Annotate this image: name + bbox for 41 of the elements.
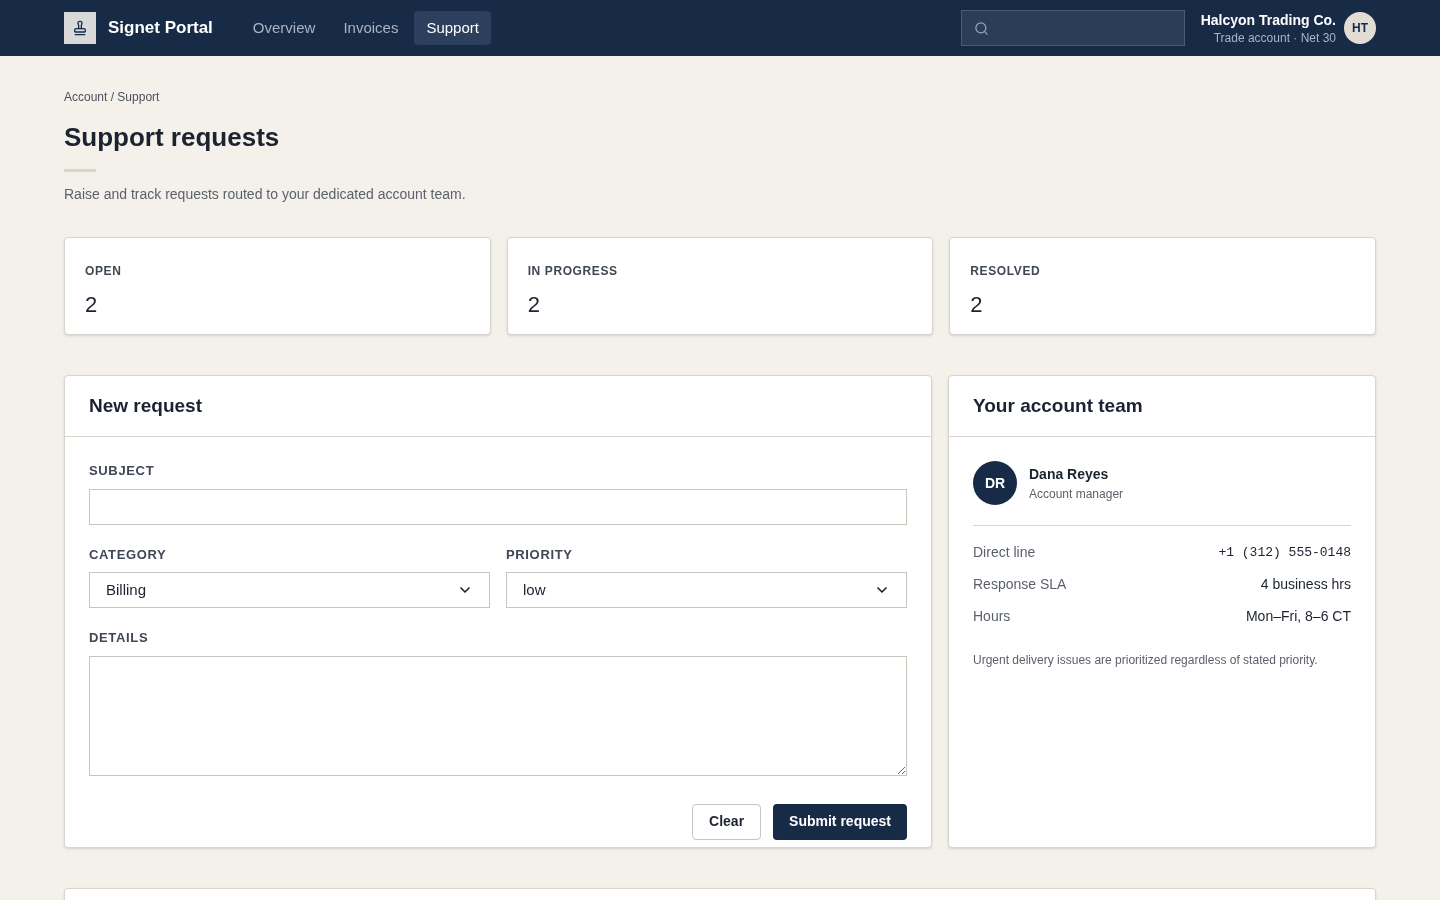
manager-name: Dana Reyes xyxy=(1029,464,1110,484)
card-title: Your account team xyxy=(973,393,1143,418)
field-label: DETAILS xyxy=(89,629,150,647)
field-label: CATEGORY xyxy=(89,545,168,564)
clear-button[interactable]: Clear xyxy=(692,803,762,840)
subject-field[interactable] xyxy=(89,488,907,525)
account-detail: Trade account · Net 30 xyxy=(1213,30,1336,46)
stat-label: OPEN xyxy=(85,263,123,280)
team-note: Urgent delivery issues are prioritized regardless of stated priority. xyxy=(973,652,1319,669)
stat-value: 2 xyxy=(970,291,984,319)
stat-value: 2 xyxy=(85,291,99,319)
nav-tab[interactable]: Support xyxy=(414,10,491,46)
page-title: Support requests xyxy=(64,121,281,154)
logo-icon xyxy=(64,12,96,44)
info-value: Mon–Fri, 8–6 CT xyxy=(1245,607,1351,626)
breadcrumb: Account / Support xyxy=(64,89,161,106)
submit-button[interactable]: Submit request xyxy=(773,803,907,840)
info-value: +1 (312) 555-0148 xyxy=(1218,543,1351,562)
stat-value: 2 xyxy=(527,291,541,319)
account-name: Halcyon Trading Co. xyxy=(1200,11,1336,30)
search-field[interactable] xyxy=(960,10,1185,46)
manager-avatar: DR xyxy=(973,461,1017,505)
card-title: New request xyxy=(89,393,202,418)
category-select[interactable]: Billing xyxy=(89,572,490,608)
info-label: Response SLA xyxy=(973,575,1067,594)
info-label: Hours xyxy=(973,607,1011,626)
stat-label: IN PROGRESS xyxy=(527,263,619,280)
brand-name: Signet Portal xyxy=(108,17,213,40)
manager-role: Account manager xyxy=(1029,485,1124,503)
info-label: Direct line xyxy=(973,543,1036,562)
field-label: SUBJECT xyxy=(89,462,156,480)
search-icon xyxy=(973,20,989,36)
nav-tab[interactable]: Overview xyxy=(240,10,328,46)
stat-label: RESOLVED xyxy=(970,263,1042,280)
page-subtitle: Raise and track requests routed to your dedicated account team. xyxy=(64,185,467,204)
nav-tab[interactable]: Invoices xyxy=(331,10,411,46)
priority-select[interactable]: low xyxy=(506,572,907,608)
field-label: PRIORITY xyxy=(506,545,574,564)
info-value: 4 business hrs xyxy=(1260,575,1351,594)
details-field[interactable] xyxy=(89,655,907,776)
avatar[interactable]: HT xyxy=(1344,12,1376,44)
